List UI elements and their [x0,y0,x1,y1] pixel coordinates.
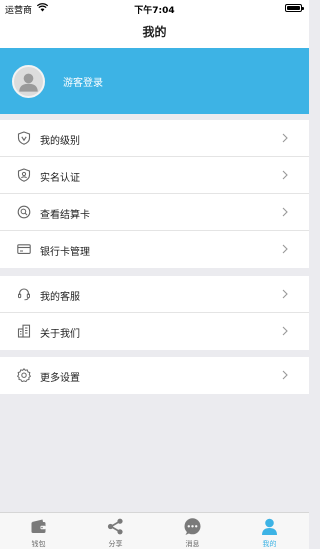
menu-item-bank-card-management[interactable]: 银行卡管理 [0,231,309,268]
chevron-right-icon [281,288,289,300]
menu-item-label: 我的级别 [40,136,80,147]
menu-item-label: 关于我们 [40,329,80,340]
menu-item-label: 实名认证 [40,173,80,184]
menu-item-label: 更多设置 [40,373,80,384]
battery-icon [285,4,304,12]
clock: 下午7:04 [134,6,175,16]
chevron-right-icon [281,325,289,337]
tab-messages[interactable]: 消息 [154,513,231,549]
menu-item-my-level[interactable]: 我的级别 [0,120,309,157]
credit-card-icon [17,242,31,256]
headset-icon [17,287,31,301]
menu-item-more-settings[interactable]: 更多设置 [0,357,309,394]
id-badge-icon [17,168,31,182]
menu-item-about-us[interactable]: 关于我们 [0,313,309,350]
chevron-right-icon [281,369,289,381]
menu-group-account: 我的级别 实名认证 查看结算卡 银行卡管理 [0,120,309,268]
wallet-icon [29,517,48,536]
shield-icon [17,131,31,145]
chevron-right-icon [281,132,289,144]
tab-wallet[interactable]: 钱包 [0,513,77,549]
page-title: 我的 [142,25,167,39]
menu-item-label: 我的客服 [40,292,80,303]
tab-mine[interactable]: 我的 [231,513,308,549]
message-icon [183,517,202,536]
menu-item-label: 银行卡管理 [40,247,90,258]
share-icon [106,517,125,536]
search-icon [17,205,31,219]
status-bar: 运营商 下午7:04 [0,0,309,16]
menu-item-label: 查看结算卡 [40,210,90,221]
tab-bar: 钱包 分享 消息 我的 [0,512,309,549]
nav-bar: 我的 [0,16,309,48]
menu-group-settings: 更多设置 [0,357,309,394]
chevron-right-icon [281,206,289,218]
menu-group-support: 我的客服 关于我们 [0,276,309,350]
guest-login-label[interactable]: 游客登录 [63,74,103,89]
avatar[interactable] [12,65,45,98]
tab-label: 消息 [185,540,200,548]
tab-label: 我的 [262,540,277,548]
chevron-right-icon [281,243,289,255]
menu-item-view-settlement-card[interactable]: 查看结算卡 [0,194,309,231]
user-silhouette-icon [19,73,38,92]
person-icon [260,517,279,536]
chevron-right-icon [281,169,289,181]
tab-label: 分享 [108,540,123,548]
menu-item-real-name-verification[interactable]: 实名认证 [0,157,309,194]
gear-icon [17,368,31,382]
menu-item-customer-service[interactable]: 我的客服 [0,276,309,313]
tab-label: 钱包 [31,540,46,548]
profile-header[interactable]: 游客登录 [0,48,309,114]
building-icon [17,324,31,338]
tab-share[interactable]: 分享 [77,513,154,549]
